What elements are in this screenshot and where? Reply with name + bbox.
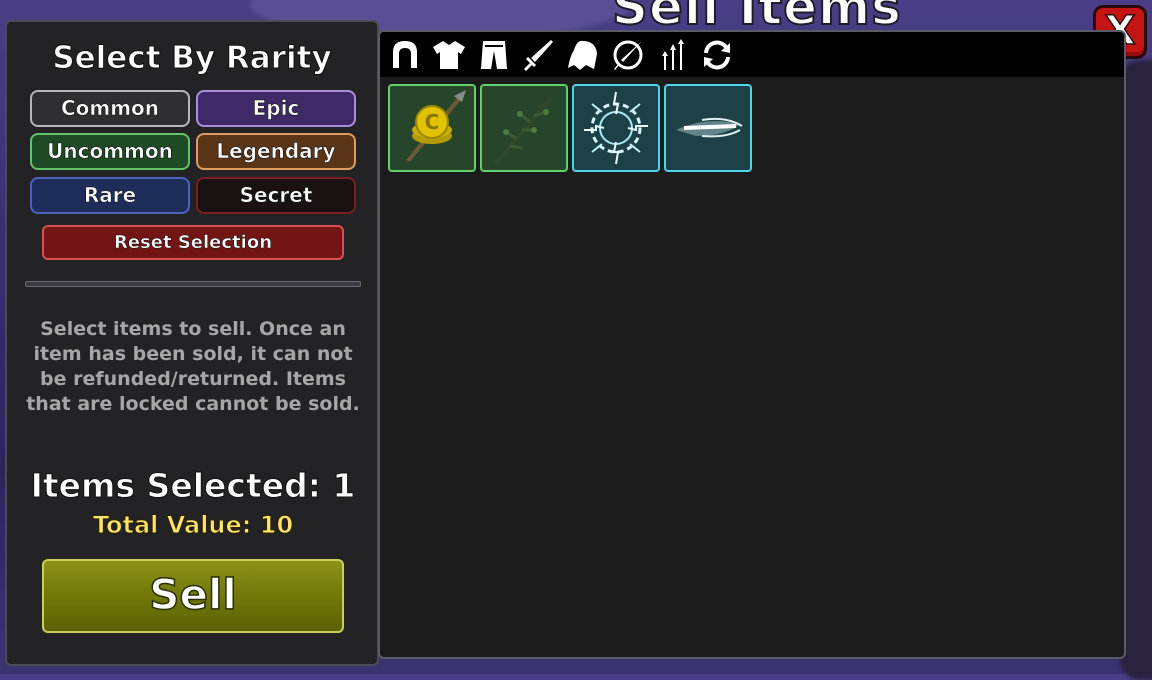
tab-pants[interactable] [475,36,513,74]
shirt-icon [433,41,465,69]
category-tab-bar [380,32,1124,77]
rarity-secret-button[interactable]: Secret [196,177,356,214]
item-slot[interactable]: C [388,84,476,172]
tab-sword[interactable] [519,36,557,74]
sell-info-text: Select items to sell. Once an item has b… [26,318,360,415]
rarity-rare-button[interactable]: Rare [30,177,190,214]
sell-button[interactable]: Sell [42,559,344,633]
upgrade-arrows-icon [662,39,684,70]
coin-letter: C [425,110,440,134]
tab-helmet[interactable] [386,36,424,74]
rarity-legendary-button[interactable]: Legendary [196,133,356,170]
total-value: Total Value: 10 [92,511,294,540]
branch-staff-icon [494,96,554,164]
item-slot[interactable] [480,84,568,172]
reset-selection-button[interactable]: Reset Selection [42,225,344,260]
rarity-panel: Select By Rarity Common Epic Uncommon Le… [5,20,379,666]
tab-upgrades[interactable] [654,36,692,74]
pants-icon [481,41,507,69]
rarity-epic-button[interactable]: Epic [196,90,356,127]
item-slot[interactable] [664,84,752,172]
tab-cape[interactable] [564,36,602,74]
lightning-ring-icon [584,91,648,165]
tab-shirt[interactable] [430,36,468,74]
tab-refresh[interactable] [698,36,736,74]
rarity-uncommon-button[interactable]: Uncommon [30,133,190,170]
rarity-panel-title: Select By Rarity [52,40,332,77]
divider [25,281,361,287]
tab-ability[interactable] [609,36,647,74]
rarity-common-button[interactable]: Common [30,90,190,127]
sword-icon [524,40,553,71]
helmet-icon [393,41,417,68]
items-selected-count: Items Selected: 1 [30,466,356,506]
dash-streak-icon [676,117,743,138]
coin-spear-icon: C [406,90,466,162]
cape-icon [568,40,597,70]
refresh-icon [704,40,730,70]
item-slot[interactable] [572,84,660,172]
inventory-panel: C [378,30,1126,659]
ability-icon [613,40,643,70]
